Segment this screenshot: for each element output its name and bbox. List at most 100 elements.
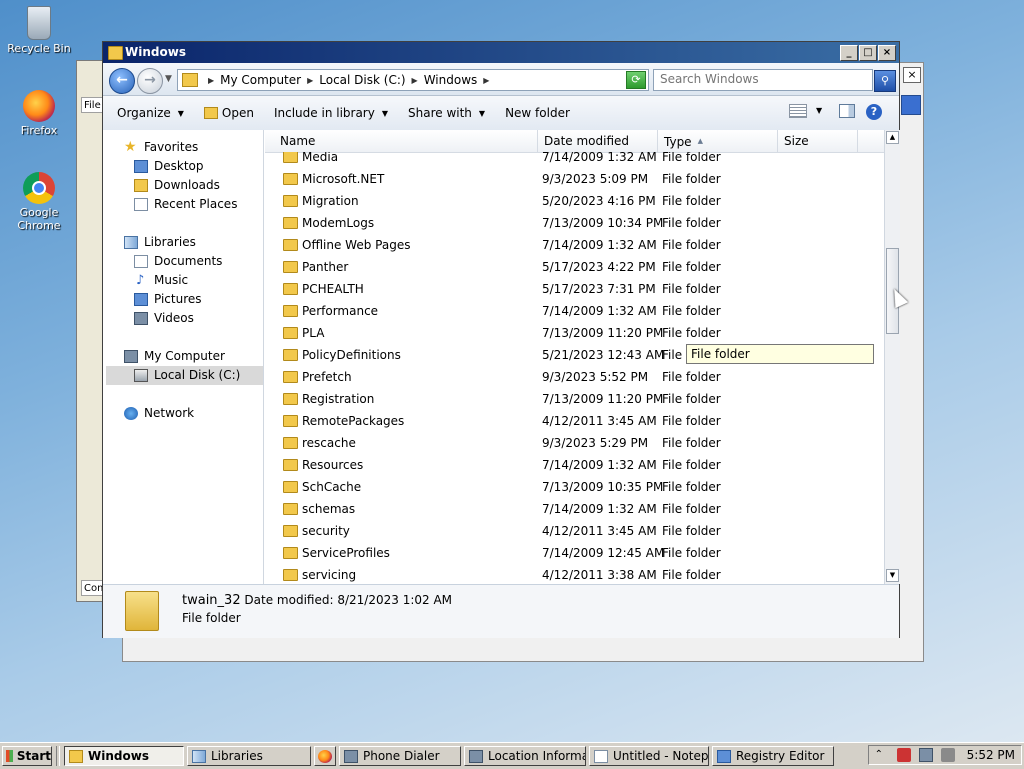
chevron-right-icon[interactable]: ▶: [483, 76, 489, 85]
table-row[interactable]: RemotePackages 4/12/2011 3:45 AM File fold…: [265, 410, 884, 432]
table-row[interactable]: Microsoft.NET 9/3/2023 5:09 PM File folder: [265, 168, 884, 190]
column-header-name[interactable]: Name: [265, 130, 538, 152]
file-name: RemotePackages: [302, 414, 405, 428]
table-row[interactable]: Registration 7/13/2009 11:20 PM File folde…: [265, 388, 884, 410]
organize-button[interactable]: Organize ▼: [117, 106, 184, 120]
recent-places-icon: [134, 198, 148, 211]
network-status-icon[interactable]: [918, 748, 933, 762]
recycle-bin-desktop-icon[interactable]: Recycle Bin: [0, 6, 78, 55]
folder-icon: [283, 152, 298, 163]
breadcrumb-local-disk[interactable]: Local Disk (C:): [319, 73, 405, 87]
table-row[interactable]: Migration 5/20/2023 4:16 PM File folder: [265, 190, 884, 212]
nav-libraries[interactable]: Libraries: [106, 233, 263, 252]
table-row[interactable]: Prefetch 9/3/2023 5:52 PM File folder: [265, 366, 884, 388]
nav-desktop[interactable]: Desktop: [106, 157, 263, 176]
column-header-date-modified[interactable]: Date modified: [538, 130, 658, 152]
table-row[interactable]: Offline Web Pages 7/14/2009 1:32 AM File f…: [265, 234, 884, 256]
breadcrumb-my-computer[interactable]: My Computer: [220, 73, 301, 87]
table-row[interactable]: schemas 7/14/2009 1:32 AM File folder: [265, 498, 884, 520]
file-date-modified: 5/21/2023 12:43 AM: [542, 348, 665, 362]
table-row[interactable]: SchCache 7/13/2009 10:35 PM File folder: [265, 476, 884, 498]
chevron-right-icon[interactable]: ▶: [208, 76, 214, 85]
nav-recent-places[interactable]: Recent Places: [106, 195, 263, 214]
preview-pane-button[interactable]: [839, 104, 855, 118]
table-row[interactable]: ModemLogs 7/13/2009 10:34 PM File folder: [265, 212, 884, 234]
table-row[interactable]: servicing 4/12/2011 3:38 AM File folder: [265, 564, 884, 584]
nav-label: My Computer: [144, 349, 225, 363]
new-folder-button[interactable]: New folder: [505, 106, 570, 120]
open-label: Open: [221, 106, 254, 120]
search-input[interactable]: [654, 70, 850, 88]
share-with-button[interactable]: Share with ▼: [408, 106, 485, 120]
videos-icon: [134, 312, 148, 325]
back-button[interactable]: ←: [109, 68, 135, 94]
breadcrumb-windows[interactable]: Windows: [424, 73, 478, 87]
refresh-button[interactable]: ⟳: [626, 71, 646, 89]
minimize-button[interactable]: _: [840, 45, 858, 61]
network-icon: [124, 407, 138, 420]
table-row[interactable]: security 4/12/2011 3:45 AM File folder: [265, 520, 884, 542]
start-button[interactable]: Start: [2, 746, 52, 766]
taskbar-item-notepad[interactable]: Untitled - Notepad: [589, 746, 709, 766]
taskbar-item-registry-editor[interactable]: Registry Editor: [712, 746, 834, 766]
recent-pages-dropdown-icon[interactable]: ▼: [165, 74, 172, 84]
background-search-icon[interactable]: [901, 95, 921, 115]
table-row[interactable]: Media 7/14/2009 1:32 AM File folder: [265, 152, 884, 168]
nav-pictures[interactable]: Pictures: [106, 290, 263, 309]
chrome-desktop-icon[interactable]: Google Chrome: [0, 172, 78, 232]
nav-downloads[interactable]: Downloads: [106, 176, 263, 195]
file-name: rescache: [302, 436, 356, 450]
file-name: SchCache: [302, 480, 362, 494]
maximize-button[interactable]: □: [859, 45, 877, 61]
help-button[interactable]: ?: [866, 104, 882, 120]
search-icon[interactable]: ⚲: [874, 70, 896, 92]
table-row[interactable]: Resources 7/14/2009 1:32 AM File folder: [265, 454, 884, 476]
chevron-right-icon[interactable]: ▶: [412, 76, 418, 85]
column-header-type[interactable]: Type ▲: [658, 130, 778, 152]
firefox-desktop-icon[interactable]: Firefox: [0, 90, 78, 137]
title-bar[interactable]: Windows _ □ ×: [103, 42, 899, 63]
table-row[interactable]: PLA 7/13/2009 11:20 PM File folder: [265, 322, 884, 344]
table-row[interactable]: PCHEALTH 5/17/2023 7:31 PM File folder: [265, 278, 884, 300]
scroll-up-arrow-icon[interactable]: ▲: [886, 131, 899, 144]
details-item-type: File folder: [182, 611, 241, 625]
nav-my-computer[interactable]: My Computer: [106, 347, 263, 366]
close-button[interactable]: ×: [878, 45, 896, 61]
address-bar[interactable]: ▶ My Computer ▶ Local Disk (C:) ▶ Window…: [177, 69, 649, 91]
table-row[interactable]: Performance 7/14/2009 1:32 AM File folder: [265, 300, 884, 322]
nav-label: Videos: [154, 311, 194, 325]
taskbar-item-phone-dialer[interactable]: Phone Dialer: [339, 746, 461, 766]
table-row[interactable]: rescache 9/3/2023 5:29 PM File folder: [265, 432, 884, 454]
background-close-icon[interactable]: ×: [903, 67, 921, 83]
nav-documents[interactable]: Documents: [106, 252, 263, 271]
file-type: File folder: [662, 370, 721, 384]
nav-network[interactable]: Network: [106, 404, 263, 423]
forward-button[interactable]: →: [137, 68, 163, 94]
nav-favorites[interactable]: ★ Favorites: [106, 138, 263, 157]
show-hidden-icons-icon[interactable]: ⌃: [875, 748, 889, 762]
taskbar-item-firefox[interactable]: [314, 746, 336, 766]
nav-local-disk[interactable]: Local Disk (C:): [106, 366, 263, 385]
search-box[interactable]: ⚲: [653, 69, 896, 92]
table-row[interactable]: ServiceProfiles 7/14/2009 12:45 AM File fo…: [265, 542, 884, 564]
chevron-right-icon[interactable]: ▶: [307, 76, 313, 85]
nav-videos[interactable]: Videos: [106, 309, 263, 328]
taskbar-item-windows[interactable]: Windows: [64, 746, 184, 766]
change-view-button[interactable]: [789, 104, 807, 118]
nav-label: Network: [144, 406, 195, 420]
details-item-name: twain_32: [182, 593, 241, 608]
nav-label: Documents: [154, 254, 223, 268]
volume-muted-icon[interactable]: [940, 748, 955, 762]
taskbar-item-libraries[interactable]: Libraries: [187, 746, 311, 766]
column-header-size[interactable]: Size: [778, 130, 858, 152]
include-in-library-button[interactable]: Include in library ▼: [274, 106, 388, 120]
table-row[interactable]: Panther 5/17/2023 4:22 PM File folder: [265, 256, 884, 278]
security-alert-icon[interactable]: [896, 748, 911, 762]
view-options-dropdown[interactable]: ▼: [816, 106, 822, 115]
scroll-down-arrow-icon[interactable]: ▼: [886, 569, 899, 582]
taskbar-item-location-information[interactable]: Location Informa...: [464, 746, 586, 766]
nav-music[interactable]: ♪ Music: [106, 271, 263, 290]
open-button[interactable]: Open: [203, 106, 254, 120]
vertical-scrollbar[interactable]: ▲ ▼: [884, 130, 900, 584]
clock[interactable]: 5:52 PM: [967, 748, 1015, 762]
